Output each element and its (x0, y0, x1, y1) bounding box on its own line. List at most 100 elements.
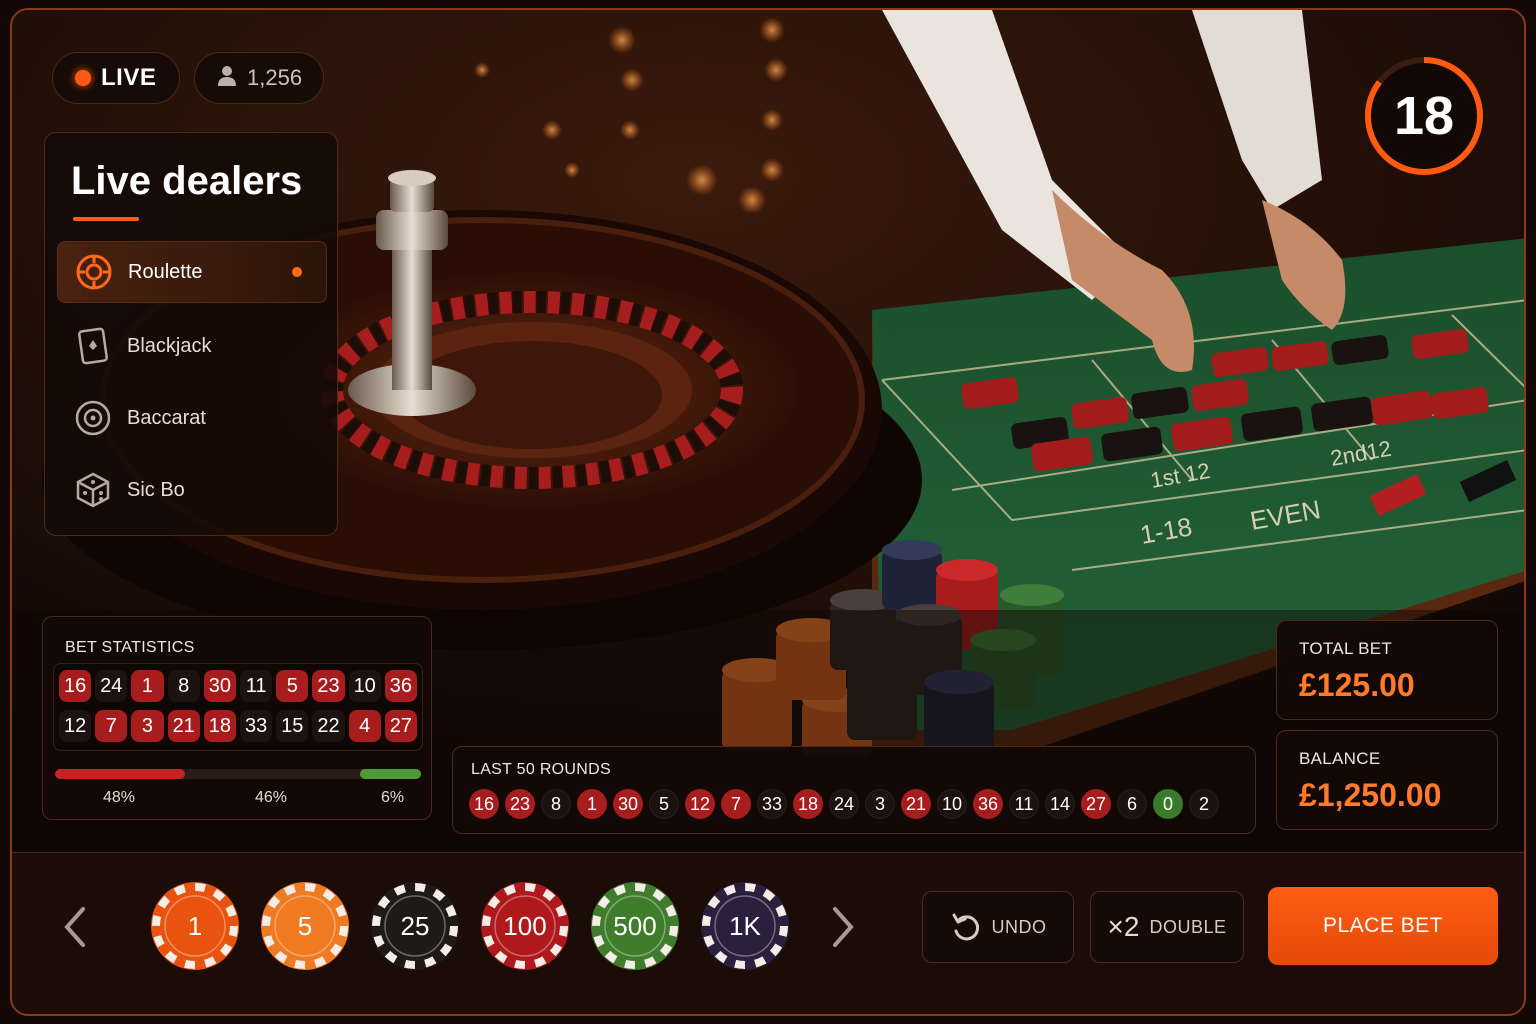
live-label: LIVE (101, 64, 157, 91)
round-result: 23 (505, 789, 535, 819)
round-result: 8 (541, 789, 571, 819)
round-result: 2 (1189, 789, 1219, 819)
red-percentage: 48% (103, 789, 136, 806)
sidebar-item-label: Blackjack (127, 334, 212, 357)
total-bet-panel: TOTAL BET £125.00 (1276, 620, 1498, 720)
round-countdown: 18 (1362, 54, 1486, 178)
chevron-right-icon (833, 907, 854, 947)
betting-controls-bar: 1 5 25 100 500 1K UNDO ×2 DOUBLE PLACE BET (12, 852, 1524, 1014)
chip-value: 1 (187, 910, 203, 941)
round-result: 33 (757, 789, 787, 819)
panel-title: Live dealers (71, 159, 303, 203)
green-distribution-bar (360, 769, 421, 779)
double-button[interactable]: ×2 DOUBLE (1090, 891, 1244, 963)
stat-number: 18 (203, 710, 236, 742)
chips-next-button[interactable] (824, 901, 864, 953)
chip-1[interactable]: 1 (150, 881, 240, 971)
place-bet-button[interactable]: PLACE BET (1268, 887, 1498, 965)
round-result: 27 (1081, 789, 1111, 819)
black-percentage: 46% (255, 789, 288, 806)
stat-number: 33 (240, 710, 273, 742)
stat-number: 23 (312, 670, 345, 702)
live-dot-icon (75, 70, 91, 86)
stat-number: 21 (167, 710, 200, 742)
chevron-left-icon (64, 907, 85, 947)
round-result: 11 (1009, 789, 1039, 819)
stat-number: 16 (59, 670, 92, 702)
countdown-seconds: 18 (1393, 86, 1455, 146)
round-result: 30 (613, 789, 643, 819)
bet-statistics-title: BET STATISTICS (65, 639, 195, 656)
dice-icon (73, 470, 113, 510)
sidebar-item-blackjack[interactable]: Blackjack (57, 315, 327, 377)
live-dealers-panel: Live dealers Roulette Blackjack Baccarat (44, 132, 338, 536)
sidebar-item-sic-bo[interactable]: Sic Bo (57, 459, 327, 521)
round-result: 3 (865, 789, 895, 819)
viewer-count-badge: 1,256 (194, 52, 324, 104)
stat-number: 15 (276, 710, 309, 742)
round-result: 0 (1153, 789, 1183, 819)
stat-number: 4 (348, 710, 381, 742)
bet-statistics-panel: BET STATISTICS 16 24 1 8 30 11 5 23 10 36 12 7 3 21 18… (42, 616, 432, 820)
undo-icon (952, 913, 979, 941)
stat-number: 24 (95, 670, 128, 702)
round-result: 36 (973, 789, 1003, 819)
chip-value: 100 (503, 910, 547, 941)
sidebar-item-label: Roulette (128, 260, 203, 283)
undo-button[interactable]: UNDO (922, 891, 1074, 963)
sidebar-item-label: Baccarat (127, 406, 206, 429)
last-rounds-panel: LAST 50 ROUNDS 16 23 8 1 30 5 12 7 33 18 24 3 21 10 36… (452, 746, 1256, 834)
balance-value: £1,250.00 (1299, 777, 1442, 813)
baccarat-icon (73, 398, 113, 438)
round-result: 5 (649, 789, 679, 819)
chip-25[interactable]: 25 (370, 881, 460, 971)
live-badge: LIVE (52, 52, 180, 104)
round-result: 6 (1117, 789, 1147, 819)
round-result: 10 (937, 789, 967, 819)
chip-5[interactable]: 5 (260, 881, 350, 971)
round-result: 12 (685, 789, 715, 819)
active-indicator-dot (292, 267, 302, 277)
red-distribution-bar (55, 769, 185, 779)
roulette-icon (74, 252, 114, 292)
round-result: 24 (829, 789, 859, 819)
stat-number: 30 (203, 670, 236, 702)
chips-prev-button[interactable] (54, 901, 94, 953)
round-result: 7 (721, 789, 751, 819)
total-bet-label: TOTAL BET (1299, 639, 1393, 658)
hot-numbers-grid: 16 24 1 8 30 11 5 23 10 36 12 7 3 21 18 33 15 22 4 27 (53, 663, 423, 751)
stat-number: 22 (312, 710, 345, 742)
double-label: DOUBLE (1149, 916, 1227, 937)
last-rounds-title: LAST 50 ROUNDS (471, 761, 611, 778)
sidebar-item-roulette[interactable]: Roulette (57, 241, 327, 303)
round-result: 21 (901, 789, 931, 819)
chip-500[interactable]: 500 (590, 881, 680, 971)
total-bet-value: £125.00 (1299, 667, 1415, 703)
double-multiplier: ×2 (1107, 911, 1140, 942)
green-percentage: 6% (381, 789, 405, 806)
sidebar-item-baccarat[interactable]: Baccarat (57, 387, 327, 449)
chip-value: 5 (297, 910, 313, 941)
balance-label: BALANCE (1299, 749, 1381, 768)
stat-number: 12 (59, 710, 92, 742)
stat-number: 7 (95, 710, 128, 742)
round-result: 16 (469, 789, 499, 819)
title-underline (73, 217, 139, 221)
viewer-count: 1,256 (247, 65, 303, 90)
round-result: 18 (793, 789, 823, 819)
chip-100[interactable]: 100 (480, 881, 570, 971)
app-frame: 1st 12 2nd12 1-18 EVEN LIVE 1,256 18 Liv… (10, 8, 1526, 1016)
card-icon (73, 326, 113, 366)
stat-number: 27 (384, 710, 417, 742)
round-history-row: 16 23 8 1 30 5 12 7 33 18 24 3 21 10 36 11 14 27 6 0 2 (469, 789, 1219, 819)
stat-number: 36 (384, 670, 417, 702)
stat-number: 1 (131, 670, 164, 702)
user-icon (217, 65, 237, 92)
stat-number: 11 (240, 670, 273, 702)
sidebar-item-label: Sic Bo (127, 478, 185, 501)
round-result: 14 (1045, 789, 1075, 819)
balance-panel: BALANCE £1,250.00 (1276, 730, 1498, 830)
chip-1k[interactable]: 1K (700, 881, 790, 971)
chip-value: 1K (729, 910, 761, 941)
stat-number: 8 (167, 670, 200, 702)
